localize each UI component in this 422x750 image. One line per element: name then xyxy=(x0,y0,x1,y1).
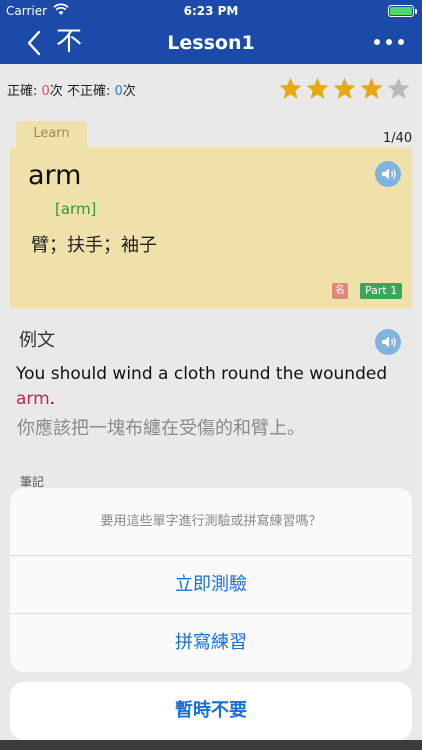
action-sheet: 要用這些單字進行測驗或拼寫練習嗎？ 立即測驗 拼寫練習 xyxy=(10,488,412,672)
not-now-button[interactable]: 暫時不要 xyxy=(10,682,412,740)
nav-bar: 不 Lesson1 xyxy=(0,22,422,64)
word-speaker-icon[interactable] xyxy=(375,161,401,187)
sentence-suffix: . xyxy=(49,389,56,409)
correct-count: 0 xyxy=(41,84,50,99)
start-quiz-button[interactable]: 立即測驗 xyxy=(10,556,412,614)
part-badge: Part 1 xyxy=(360,283,403,299)
incorrect-label: 不正確: xyxy=(66,84,115,99)
flashcard[interactable]: arm [arm] 臂；扶手；袖子 名 Part 1 xyxy=(10,147,412,309)
correct-label: 正確: xyxy=(7,84,42,99)
correct-unit: 次 xyxy=(49,84,67,99)
word-meaning: 臂；扶手；袖子 xyxy=(31,235,157,256)
learn-tab[interactable]: Learn xyxy=(16,121,87,149)
star-filled-icon[interactable] xyxy=(359,76,384,101)
status-time: 6:23 PM xyxy=(183,4,239,18)
action-sheet-message: 要用這些單字進行測驗或拼寫練習嗎？ xyxy=(10,488,412,556)
example-speaker-icon[interactable] xyxy=(375,329,401,355)
example-sentence: You should wind a cloth round the wounde… xyxy=(16,362,411,412)
vocab-word: arm xyxy=(28,160,82,191)
example-title: 例文 xyxy=(19,330,55,351)
star-rating[interactable] xyxy=(278,76,411,101)
incorrect-count: 0 xyxy=(114,84,123,99)
card-counter: 1/40 xyxy=(383,131,413,146)
incorrect-unit: 次 xyxy=(122,84,136,99)
more-options-icon[interactable] xyxy=(372,34,406,50)
star-filled-icon[interactable] xyxy=(305,76,330,101)
status-bar: Carrier 6:23 PM xyxy=(0,0,422,22)
example-translation: 你應該把一塊布纏在受傷的和臂上。 xyxy=(17,418,305,439)
battery-icon xyxy=(388,5,417,17)
part-of-speech-badge: 名 xyxy=(332,283,348,299)
star-filled-icon[interactable] xyxy=(332,76,357,101)
bottom-bar xyxy=(0,740,422,750)
star-filled-icon[interactable] xyxy=(278,76,303,101)
sentence-highlight: arm xyxy=(16,389,50,409)
star-empty-icon[interactable] xyxy=(386,76,411,101)
page-title: Lesson1 xyxy=(167,32,255,54)
spelling-practice-button[interactable]: 拼寫練習 xyxy=(10,614,412,672)
phonetic: [arm] xyxy=(55,200,97,218)
answer-stats: 正確: 0次 不正確: 0次 xyxy=(7,80,136,99)
sentence-prefix: You should wind a cloth round the wounde… xyxy=(16,364,388,384)
